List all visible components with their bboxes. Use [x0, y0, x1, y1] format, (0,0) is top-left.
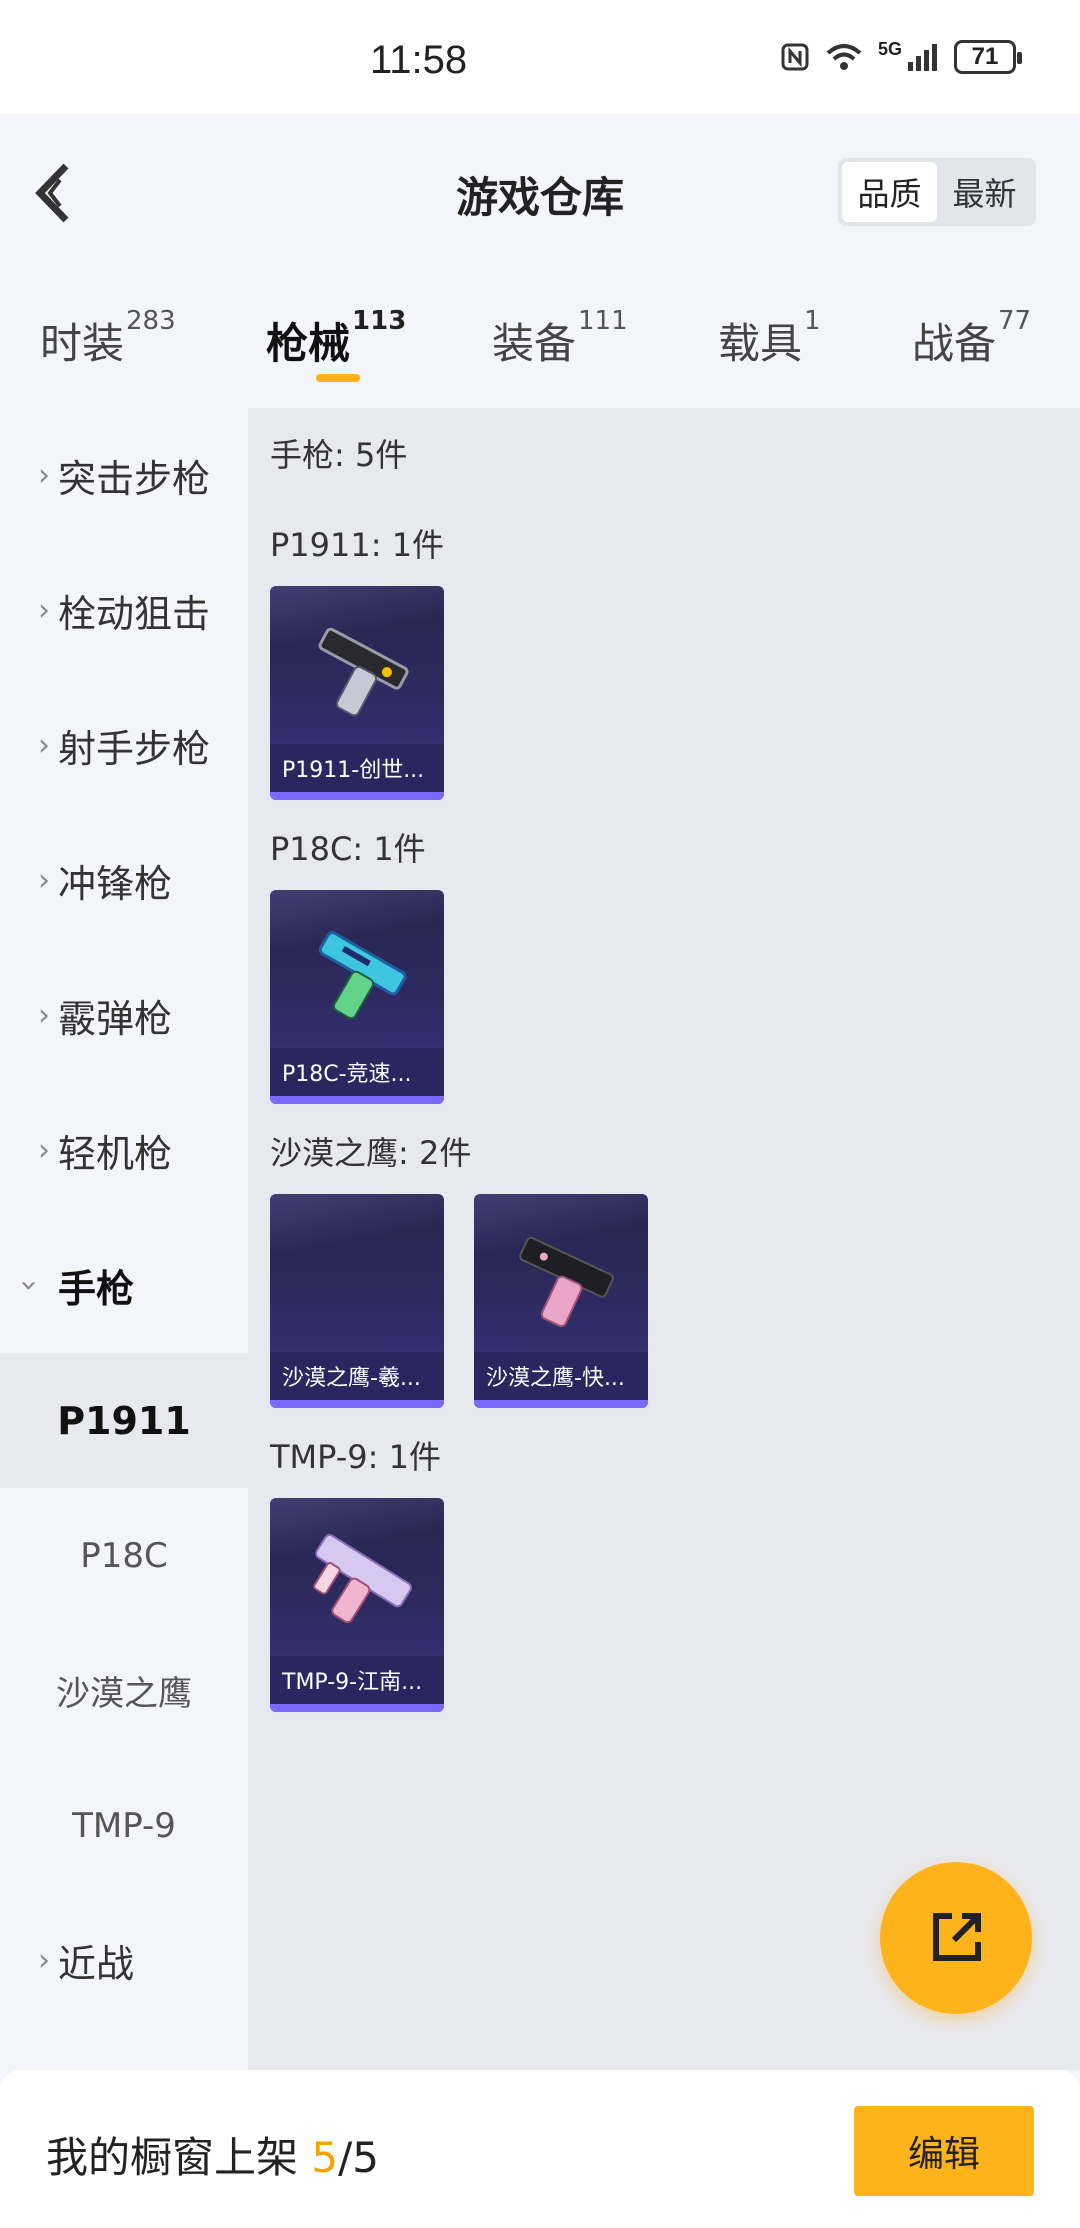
tab-firearms[interactable]: 枪械113 — [266, 306, 406, 371]
pistol-icon — [519, 1236, 614, 1328]
weapon-card[interactable]: TMP-9-江南... — [270, 1498, 444, 1712]
weapon-card[interactable]: P1911-创世... — [270, 586, 444, 800]
sidebar-item-pistol[interactable]: › 手枪 — [0, 1218, 248, 1353]
sidebar-item-assault-rifle[interactable]: › 突击步枪 — [0, 408, 248, 543]
group-title: TMP-9: 1件 — [270, 1438, 441, 1476]
sidebar-item-label: 射手步枪 — [58, 727, 211, 771]
sidebar-item-label: 突击步枪 — [58, 457, 211, 501]
tab-vehicles[interactable]: 载具1 — [718, 306, 821, 371]
group-title: P18C: 1件 — [270, 830, 426, 868]
tab-count: 1 — [804, 306, 821, 336]
chevron-right-icon: › — [38, 998, 50, 1033]
tab-label: 装备 — [492, 319, 577, 368]
sidebar-item-label: 轻机枪 — [58, 1132, 173, 1176]
tab-label: 战备 — [912, 319, 997, 368]
rarity-stripe — [270, 792, 444, 800]
chevron-right-icon: › — [38, 1943, 50, 1978]
active-tab-indicator — [316, 374, 360, 382]
nfc-icon — [781, 43, 809, 71]
sidebar-item-label: 霰弹枪 — [58, 997, 173, 1041]
chevron-right-icon: › — [38, 458, 50, 493]
tab-label: 时装 — [40, 319, 125, 368]
wifi-icon — [826, 44, 862, 70]
chevron-right-icon: › — [38, 1133, 50, 1168]
sidebar-item-smg[interactable]: › 冲锋枪 — [0, 813, 248, 948]
sidebar-item-bolt-sniper[interactable]: › 栓动狙击 — [0, 543, 248, 678]
sidebar-subitem-tmp9[interactable]: TMP-9 — [0, 1758, 248, 1893]
chevron-right-icon: › — [38, 728, 50, 763]
showcase-current-count: 5 — [311, 2133, 339, 2182]
sidebar-item-shotgun[interactable]: › 霰弹枪 — [0, 948, 248, 1083]
weapon-card-name: TMP-9-江南... — [270, 1656, 444, 1704]
weapon-card-name: P1911-创世... — [270, 744, 444, 792]
share-fab-button[interactable] — [880, 1862, 1032, 2014]
share-export-icon — [933, 1913, 981, 1961]
weapon-card[interactable]: 沙漠之鹰-羲... — [270, 1194, 444, 1408]
sort-by-newest-button[interactable]: 最新 — [937, 162, 1032, 222]
signal-icon — [908, 44, 937, 71]
tab-count: 77 — [998, 306, 1032, 336]
weapon-list: 手枪: 5件 P1911: 1件 P1911-创世... P18C: 1件 P1… — [248, 408, 1080, 2070]
weapon-card-name: 沙漠之鹰-羲... — [270, 1352, 444, 1400]
section-title: 手枪: 5件 — [270, 436, 408, 474]
battery-icon: 71 — [954, 40, 1022, 74]
tab-supplies[interactable]: 战备77 — [912, 306, 1031, 371]
sort-toggle: 品质 最新 — [838, 158, 1036, 226]
status-bar: 11:58 5G 71 — [0, 0, 1080, 114]
status-icons: 5G 71 — [780, 38, 1022, 74]
group-title: 沙漠之鹰: 2件 — [270, 1134, 472, 1172]
rarity-stripe — [270, 1704, 444, 1712]
chevron-down-icon: › — [11, 1279, 47, 1292]
weapon-category-sidebar: › 突击步枪 › 栓动狙击 › 射手步枪 › 冲锋枪 › 霰弹枪 › 轻机枪 ›… — [0, 408, 248, 2070]
sidebar-subitem-p18c[interactable]: P18C — [0, 1488, 248, 1623]
tab-count: 111 — [578, 306, 628, 336]
pistol-icon — [318, 931, 407, 1020]
sidebar-item-lmg[interactable]: › 轻机枪 — [0, 1083, 248, 1218]
tab-label: 载具 — [718, 319, 803, 368]
sidebar-item-label: 冲锋枪 — [58, 862, 173, 906]
pistol-icon — [318, 627, 409, 717]
tab-label: 枪械 — [266, 319, 351, 368]
header: 游戏仓库 品质 最新 — [0, 114, 1080, 274]
chevron-right-icon: › — [38, 593, 50, 628]
chevron-right-icon: › — [38, 863, 50, 898]
weapon-card-name: 沙漠之鹰-快... — [474, 1352, 648, 1400]
tab-count: 113 — [352, 306, 407, 336]
sidebar-item-marksman-rifle[interactable]: › 射手步枪 — [0, 678, 248, 813]
sidebar-item-label: 手枪 — [58, 1267, 135, 1311]
weapon-card-name: P18C-竞速... — [270, 1048, 444, 1096]
sidebar-item-label: 栓动狙击 — [58, 592, 211, 636]
network-type-label: 5G — [877, 38, 902, 59]
weapon-card[interactable]: P18C-竞速... — [270, 890, 444, 1104]
showcase-status: 我的橱窗上架 5/5 — [46, 2124, 379, 2185]
showcase-bottom-bar: 我的橱窗上架 5/5 编辑 — [0, 2070, 1080, 2228]
edit-button[interactable]: 编辑 — [854, 2106, 1034, 2196]
sidebar-subitem-desert-eagle[interactable]: 沙漠之鹰 — [0, 1623, 248, 1758]
sidebar-subitem-p1911[interactable]: P1911 — [0, 1353, 248, 1488]
rarity-stripe — [270, 1096, 444, 1104]
sidebar-item-label: 近战 — [58, 1942, 135, 1986]
weapon-card[interactable]: 沙漠之鹰-快... — [474, 1194, 648, 1408]
status-time: 11:58 — [370, 38, 468, 82]
showcase-label: 我的橱窗上架 — [46, 2133, 312, 2182]
sidebar-item-melee[interactable]: › 近战 — [0, 1893, 248, 2028]
rarity-stripe — [270, 1400, 444, 1408]
tab-equipment[interactable]: 装备111 — [492, 306, 628, 371]
showcase-total-count: /5 — [338, 2133, 379, 2182]
category-tabs: 时装283 枪械113 装备111 载具1 战备77 — [0, 290, 1080, 410]
group-title: P1911: 1件 — [270, 526, 445, 564]
rarity-stripe — [474, 1400, 648, 1408]
tab-fashion[interactable]: 时装283 — [40, 306, 176, 371]
sort-by-quality-button[interactable]: 品质 — [842, 162, 937, 222]
smg-icon — [313, 1533, 412, 1624]
tab-count: 283 — [126, 306, 176, 336]
